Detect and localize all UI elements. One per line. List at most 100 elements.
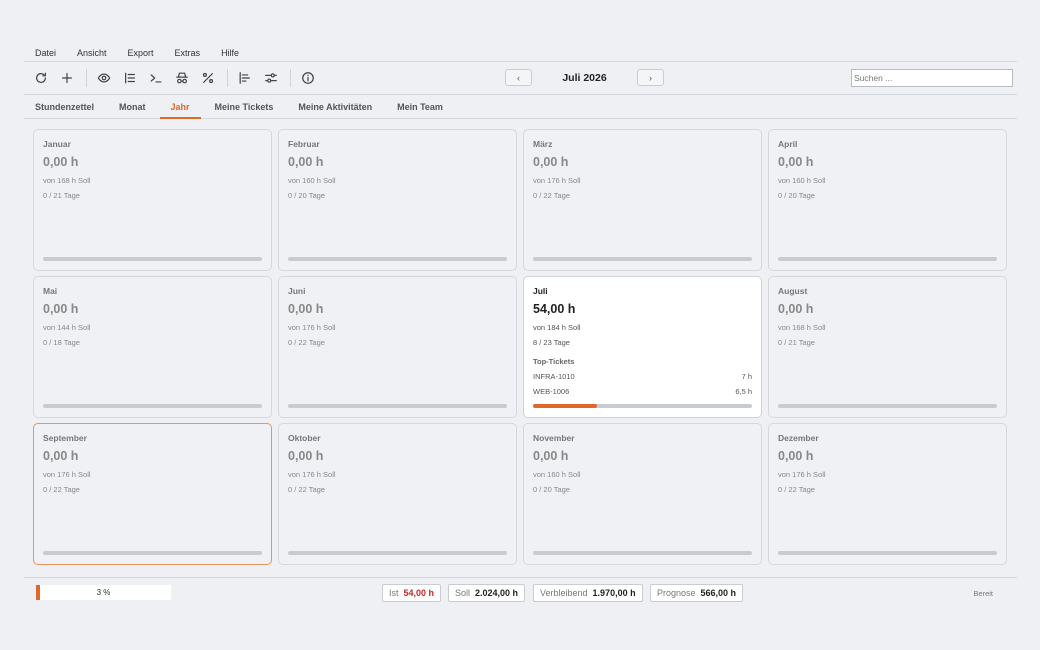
month-days: 0 / 22 Tage [288, 485, 325, 494]
month-card[interactable]: November 0,00 h von 160 h Soll 0 / 20 Tage [523, 423, 762, 565]
year-progress-bar: 3 % [36, 585, 171, 600]
month-card[interactable]: August 0,00 h von 168 h Soll 0 / 21 Tage [768, 276, 1007, 418]
month-target: von 184 h Soll [533, 323, 581, 332]
forecast-label: Prognose [657, 588, 696, 598]
month-card[interactable]: Oktober 0,00 h von 176 h Soll 0 / 22 Tage [278, 423, 517, 565]
menu-ansicht[interactable]: Ansicht [77, 48, 107, 58]
month-days: 0 / 20 Tage [778, 191, 815, 200]
month-target: von 176 h Soll [288, 323, 336, 332]
tab-monat[interactable]: Monat [119, 95, 146, 118]
remaining-chip: Verbleibend 1.970,00 h [533, 584, 643, 602]
next-period-button[interactable]: › [637, 69, 664, 86]
month-progress-fill [533, 404, 597, 408]
month-target: von 168 h Soll [778, 323, 826, 332]
chart-button[interactable] [236, 69, 254, 87]
month-name: Februar [288, 139, 320, 149]
sliders-icon [265, 73, 277, 83]
terminal-button[interactable] [147, 69, 165, 87]
top-tickets-label: Top-Tickets [533, 357, 575, 366]
month-card[interactable]: März 0,00 h von 176 h Soll 0 / 22 Tage [523, 129, 762, 271]
month-progress-bar [778, 551, 997, 555]
refresh-icon [36, 72, 46, 83]
month-name: April [778, 139, 798, 149]
tab-stundenzettel[interactable]: Stundenzettel [35, 95, 94, 118]
ticket-hours: 7 h [741, 372, 752, 381]
month-progress-bar [43, 257, 262, 261]
menu-datei[interactable]: Datei [35, 48, 56, 58]
month-target: von 176 h Soll [288, 470, 336, 479]
month-days: 0 / 20 Tage [533, 485, 570, 494]
month-hours: 0,00 h [533, 449, 569, 463]
tab-mein-team[interactable]: Mein Team [397, 95, 443, 118]
month-card[interactable]: April 0,00 h von 160 h Soll 0 / 20 Tage [768, 129, 1007, 271]
terminal-icon [150, 74, 162, 83]
toolbar-separator [86, 69, 87, 87]
remaining-label: Verbleibend [540, 588, 588, 598]
view-button[interactable] [95, 69, 113, 87]
month-name: März [533, 139, 553, 149]
menu-export[interactable]: Export [128, 48, 154, 58]
month-card[interactable]: September 0,00 h von 176 h Soll 0 / 22 Tage [33, 423, 272, 565]
month-card[interactable]: Januar 0,00 h von 168 h Soll 0 / 21 Tage [33, 129, 272, 271]
top-ticket-row[interactable]: WEB-1006 6,5 h [533, 387, 752, 396]
toolbar: ‹ Juli 2026 › [24, 62, 1017, 95]
tab-jahr[interactable]: Jahr [159, 95, 201, 119]
year-grid: Januar 0,00 h von 168 h Soll 0 / 21 Tage Feb… [33, 129, 1007, 565]
month-progress-bar [43, 404, 262, 408]
eye-icon [97, 73, 111, 83]
search-input[interactable] [851, 69, 1013, 87]
ist-chip: Ist 54,00 h [382, 584, 442, 602]
month-name: November [533, 433, 575, 443]
filter-button[interactable] [262, 69, 280, 87]
month-hours: 0,00 h [778, 302, 814, 316]
tab-meine-tickets[interactable]: Meine Tickets [215, 95, 274, 118]
month-target: von 168 h Soll [43, 176, 91, 185]
incognito-button[interactable] [173, 69, 191, 87]
info-button[interactable] [299, 69, 317, 87]
month-name: Dezember [778, 433, 819, 443]
month-days: 0 / 20 Tage [288, 191, 325, 200]
forecast-value: 566,00 h [700, 588, 737, 598]
month-card[interactable]: Mai 0,00 h von 144 h Soll 0 / 18 Tage [33, 276, 272, 418]
top-ticket-row[interactable]: INFRA-1010 7 h [533, 372, 752, 381]
soll-chip: Soll 2.024,00 h [448, 584, 526, 602]
month-hours: 0,00 h [43, 302, 79, 316]
month-hours: 0,00 h [288, 302, 324, 316]
menu-hilfe[interactable]: Hilfe [221, 48, 239, 58]
month-progress-bar [778, 257, 997, 261]
month-name: September [43, 433, 87, 443]
percent-button[interactable] [199, 69, 217, 87]
month-target: von 176 h Soll [778, 470, 826, 479]
tab-meine-aktivitaeten[interactable]: Meine Aktivitäten [298, 95, 372, 118]
ticket-id: INFRA-1010 [533, 372, 575, 381]
month-progress-bar [533, 257, 752, 261]
prev-period-button[interactable]: ‹ [505, 69, 532, 86]
add-button[interactable] [58, 69, 76, 87]
incognito-icon [176, 72, 188, 84]
month-days: 0 / 22 Tage [43, 485, 80, 494]
month-card[interactable]: Dezember 0,00 h von 176 h Soll 0 / 22 Tage [768, 423, 1007, 565]
refresh-button[interactable] [32, 69, 50, 87]
month-card[interactable]: Juli 54,00 h von 184 h Soll 8 / 23 Tage Top-… [523, 276, 762, 418]
month-progress-bar [778, 404, 997, 408]
month-days: 0 / 21 Tage [43, 191, 80, 200]
month-days: 0 / 18 Tage [43, 338, 80, 347]
period-navigator: ‹ Juli 2026 › [505, 69, 664, 86]
month-hours: 54,00 h [533, 302, 576, 316]
month-card[interactable]: Juni 0,00 h von 176 h Soll 0 / 22 Tage [278, 276, 517, 418]
remaining-value: 1.970,00 h [592, 588, 636, 598]
month-name: Januar [43, 139, 71, 149]
list-button[interactable] [121, 69, 139, 87]
menu-extras[interactable]: Extras [175, 48, 201, 58]
tab-bar: Stundenzettel Monat Jahr Meine Tickets M… [24, 95, 1017, 119]
plus-icon [62, 73, 72, 83]
month-progress-bar [288, 257, 507, 261]
month-hours: 0,00 h [288, 155, 324, 169]
month-name: Mai [43, 286, 58, 296]
month-card[interactable]: Februar 0,00 h von 160 h Soll 0 / 20 Tage [278, 129, 517, 271]
menu-bar: Datei Ansicht Export Extras Hilfe [24, 44, 1017, 62]
chart-align-icon [239, 72, 250, 84]
month-progress-bar [533, 551, 752, 555]
month-days: 0 / 21 Tage [778, 338, 815, 347]
month-name: Juli [533, 286, 548, 296]
